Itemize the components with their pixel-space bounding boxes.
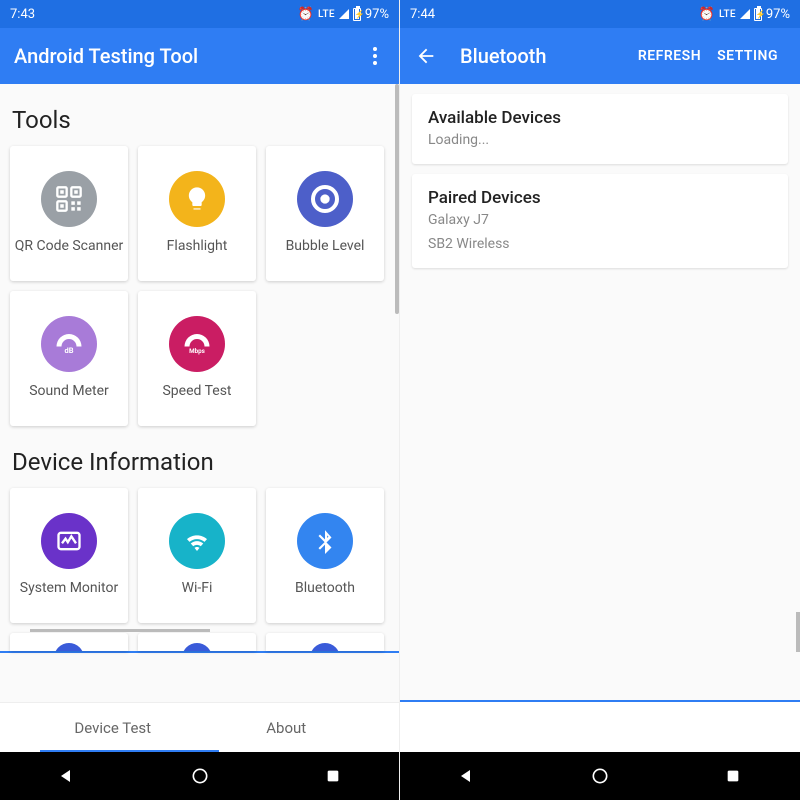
divider	[400, 700, 800, 702]
refresh-button[interactable]: REFRESH	[630, 48, 709, 64]
tile-bubble-level[interactable]: Bubble Level	[266, 146, 384, 281]
tab-indicator	[40, 750, 220, 752]
partial-row	[0, 623, 399, 651]
tab-hidden-left[interactable]	[0, 703, 26, 752]
tab-hidden-right[interactable]	[373, 703, 399, 752]
tile-wifi[interactable]: Wi-Fi	[138, 488, 256, 623]
tile-system-monitor[interactable]: System Monitor	[10, 488, 128, 623]
paired-devices-card: Paired Devices Galaxy J7 SB2 Wireless	[412, 174, 788, 268]
battery-pct: 97%	[365, 7, 389, 22]
separator	[0, 651, 399, 653]
tile-peek[interactable]	[10, 633, 128, 651]
alarm-icon: ⏰	[298, 7, 314, 22]
section-tools-title: Tools	[0, 84, 399, 146]
tile-label: Bubble Level	[286, 237, 365, 255]
lte-label: LTE	[318, 9, 335, 20]
available-devices-card: Available Devices Loading...	[412, 94, 788, 164]
paired-title: Paired Devices	[428, 188, 772, 208]
svg-text:Mbps: Mbps	[189, 347, 205, 355]
tile-label: QR Code Scanner	[15, 237, 124, 255]
tab-about[interactable]: About	[200, 703, 373, 752]
tab-device-test[interactable]: Device Test	[26, 703, 199, 752]
scrollbar-icon[interactable]	[796, 612, 800, 652]
status-right: ⏰ LTE ⚡ 97%	[298, 7, 389, 22]
nav-home-icon[interactable]	[589, 765, 611, 787]
screen-main: 7:43 ⏰ LTE ⚡ 97% Android Testing Tool To…	[0, 0, 400, 800]
nav-back-icon[interactable]	[56, 765, 78, 787]
battery-icon: ⚡	[353, 8, 361, 21]
section-device-info-title: Device Information	[0, 426, 399, 488]
status-bar: 7:43 ⏰ LTE ⚡ 97%	[0, 0, 399, 28]
content-main: Tools QR Code Scanner Flashlight	[0, 84, 399, 702]
content-bluetooth: Available Devices Loading... Paired Devi…	[400, 84, 800, 702]
tools-grid: QR Code Scanner Flashlight Bubble Level	[0, 146, 399, 426]
tile-bluetooth[interactable]: Bluetooth	[266, 488, 384, 623]
status-right: ⏰ LTE ⚡ 97%	[699, 7, 790, 22]
bluetooth-icon	[297, 513, 353, 569]
tile-label: Sound Meter	[29, 382, 109, 400]
available-title: Available Devices	[428, 108, 772, 128]
status-time: 7:43	[10, 7, 35, 22]
android-navbar	[0, 752, 399, 800]
battery-icon: ⚡	[754, 8, 762, 21]
overflow-menu-icon[interactable]	[365, 47, 385, 65]
tile-label: Wi-Fi	[182, 579, 213, 597]
app-bar: Android Testing Tool	[0, 28, 399, 84]
paired-device[interactable]: SB2 Wireless	[428, 236, 772, 252]
wifi-icon	[169, 513, 225, 569]
nav-back-icon[interactable]	[456, 765, 478, 787]
bottom-tabs: Device Test About	[0, 702, 399, 752]
available-status: Loading...	[428, 132, 772, 148]
tile-peek[interactable]	[266, 633, 384, 651]
tile-qr-scanner[interactable]: QR Code Scanner	[10, 146, 128, 281]
nav-recent-icon[interactable]	[322, 765, 344, 787]
signal-icon	[339, 9, 349, 19]
app-title: Bluetooth	[460, 44, 630, 68]
app-bar-bluetooth: Bluetooth REFRESH SETTING	[400, 28, 800, 84]
tile-label: System Monitor	[20, 579, 118, 597]
lte-label: LTE	[719, 9, 736, 20]
scroll-indicator	[30, 629, 210, 632]
tile-flashlight[interactable]: Flashlight	[138, 146, 256, 281]
device-info-grid: System Monitor Wi-Fi Bluetooth	[0, 488, 399, 623]
app-title: Android Testing Tool	[14, 44, 365, 68]
setting-button[interactable]: SETTING	[709, 48, 786, 64]
scrollbar-icon[interactable]	[395, 84, 399, 314]
tile-peek[interactable]	[138, 633, 256, 651]
signal-icon	[740, 9, 750, 19]
paired-device[interactable]: Galaxy J7	[428, 212, 772, 228]
alarm-icon: ⏰	[699, 7, 715, 22]
tile-label: Speed Test	[162, 382, 231, 400]
battery-pct: 97%	[766, 7, 790, 22]
tile-label: Flashlight	[167, 237, 228, 255]
monitor-icon	[41, 513, 97, 569]
bottom-blank	[400, 702, 800, 752]
tile-label: Bluetooth	[295, 579, 355, 597]
android-navbar	[400, 752, 800, 800]
qr-code-icon	[41, 171, 97, 227]
nav-home-icon[interactable]	[189, 765, 211, 787]
target-icon	[297, 171, 353, 227]
speed-icon: Mbps	[169, 316, 225, 372]
status-time: 7:44	[410, 7, 435, 22]
tile-sound-meter[interactable]: dB Sound Meter	[10, 291, 128, 426]
screen-bluetooth: 7:44 ⏰ LTE ⚡ 97% Bluetooth REFRESH SETTI…	[400, 0, 800, 800]
back-button[interactable]	[414, 44, 438, 68]
svg-text:dB: dB	[64, 346, 73, 355]
nav-recent-icon[interactable]	[722, 765, 744, 787]
bulb-icon	[169, 171, 225, 227]
gauge-icon: dB	[41, 316, 97, 372]
status-bar: 7:44 ⏰ LTE ⚡ 97%	[400, 0, 800, 28]
tile-speed-test[interactable]: Mbps Speed Test	[138, 291, 256, 426]
